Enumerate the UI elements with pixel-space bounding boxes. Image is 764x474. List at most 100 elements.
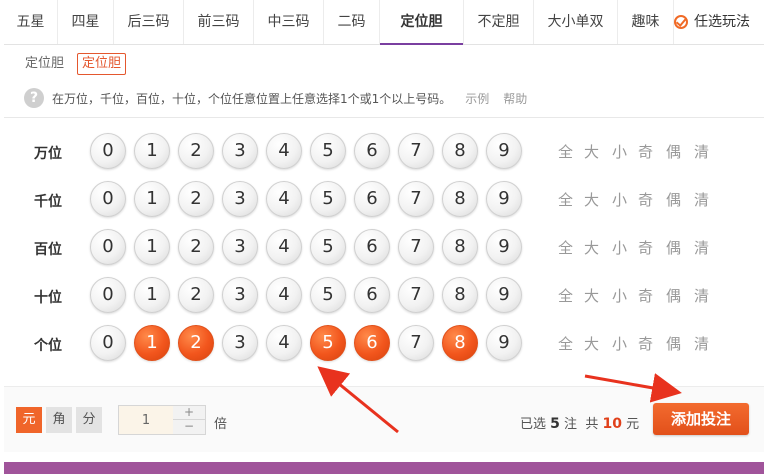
quick-select-button[interactable]: 清 [694, 285, 709, 306]
number-ball[interactable]: 5 [310, 181, 346, 217]
number-ball[interactable]: 8 [442, 325, 478, 361]
tab-6[interactable]: 定位胆 [380, 0, 464, 45]
quick-select-button[interactable]: 小 [612, 285, 627, 306]
number-ball[interactable]: 9 [486, 277, 522, 313]
multiplier-minus-button[interactable]: − [173, 420, 205, 434]
quick-select-button[interactable]: 偶 [666, 333, 681, 354]
number-ball[interactable]: 0 [90, 133, 126, 169]
quick-select-button[interactable]: 奇 [638, 333, 653, 354]
number-ball[interactable]: 5 [310, 133, 346, 169]
optional-play-button[interactable]: 任选玩法 [674, 0, 750, 44]
number-ball[interactable]: 2 [178, 229, 214, 265]
quick-select-button[interactable]: 偶 [666, 237, 681, 258]
quick-select-button[interactable]: 奇 [638, 141, 653, 162]
number-ball[interactable]: 8 [442, 181, 478, 217]
number-ball[interactable]: 1 [134, 277, 170, 313]
quick-select-button[interactable]: 清 [694, 237, 709, 258]
quick-select-button[interactable]: 全 [558, 141, 573, 162]
number-ball[interactable]: 5 [310, 229, 346, 265]
quick-select-button[interactable]: 全 [558, 333, 573, 354]
number-ball[interactable]: 7 [398, 229, 434, 265]
number-ball[interactable]: 0 [90, 229, 126, 265]
number-ball[interactable]: 1 [134, 325, 170, 361]
quick-select-button[interactable]: 小 [612, 237, 627, 258]
number-ball[interactable]: 7 [398, 277, 434, 313]
subtab-dingweidan[interactable]: 定位胆 [20, 53, 69, 75]
number-ball[interactable]: 6 [354, 181, 390, 217]
tab-8[interactable]: 大小单双 [534, 0, 618, 44]
tab-9[interactable]: 趣味 [618, 0, 674, 44]
quick-select-button[interactable]: 清 [694, 141, 709, 162]
number-ball[interactable]: 0 [90, 325, 126, 361]
number-ball[interactable]: 4 [266, 229, 302, 265]
tab-4[interactable]: 中三码 [254, 0, 324, 44]
number-ball[interactable]: 2 [178, 133, 214, 169]
number-ball[interactable]: 3 [222, 229, 258, 265]
number-ball[interactable]: 8 [442, 277, 478, 313]
tab-7[interactable]: 不定胆 [464, 0, 534, 44]
number-ball[interactable]: 1 [134, 133, 170, 169]
example-link[interactable]: 示例 [465, 90, 489, 107]
number-ball[interactable]: 8 [442, 133, 478, 169]
number-ball[interactable]: 3 [222, 277, 258, 313]
multiplier-plus-button[interactable]: + [173, 406, 205, 420]
help-link[interactable]: 帮助 [503, 90, 527, 107]
number-ball[interactable]: 0 [90, 277, 126, 313]
subtab-dingweidan-active[interactable]: 定位胆 [77, 53, 127, 75]
unit-jiao-button[interactable]: 角 [46, 407, 72, 433]
number-ball[interactable]: 3 [222, 181, 258, 217]
quick-select-button[interactable]: 大 [584, 333, 599, 354]
quick-select-button[interactable]: 小 [612, 189, 627, 210]
quick-select-button[interactable]: 清 [694, 333, 709, 354]
quick-select-button[interactable]: 全 [558, 237, 573, 258]
add-bet-button[interactable]: 添加投注 [653, 403, 749, 435]
number-ball[interactable]: 9 [486, 133, 522, 169]
multiplier-input[interactable] [119, 406, 173, 434]
number-ball[interactable]: 7 [398, 181, 434, 217]
tab-3[interactable]: 前三码 [184, 0, 254, 44]
number-ball[interactable]: 6 [354, 277, 390, 313]
quick-select-button[interactable]: 小 [612, 333, 627, 354]
quick-select-button[interactable]: 大 [584, 237, 599, 258]
number-ball[interactable]: 4 [266, 133, 302, 169]
number-ball[interactable]: 2 [178, 277, 214, 313]
quick-select-button[interactable]: 大 [584, 189, 599, 210]
number-ball[interactable]: 1 [134, 181, 170, 217]
quick-select-button[interactable]: 奇 [638, 285, 653, 306]
number-ball[interactable]: 0 [90, 181, 126, 217]
quick-select-button[interactable]: 小 [612, 141, 627, 162]
tab-5[interactable]: 二码 [324, 0, 380, 44]
quick-select-button[interactable]: 奇 [638, 237, 653, 258]
quick-select-button[interactable]: 偶 [666, 285, 681, 306]
number-ball[interactable]: 5 [310, 325, 346, 361]
number-ball[interactable]: 4 [266, 181, 302, 217]
quick-select-button[interactable]: 大 [584, 285, 599, 306]
number-ball[interactable]: 3 [222, 325, 258, 361]
number-ball[interactable]: 9 [486, 229, 522, 265]
number-ball[interactable]: 9 [486, 325, 522, 361]
tab-1[interactable]: 四星 [58, 0, 114, 44]
number-ball[interactable]: 7 [398, 325, 434, 361]
quick-select-button[interactable]: 全 [558, 285, 573, 306]
number-ball[interactable]: 6 [354, 325, 390, 361]
number-ball[interactable]: 2 [178, 181, 214, 217]
number-ball[interactable]: 6 [354, 229, 390, 265]
quick-select-button[interactable]: 大 [584, 141, 599, 162]
unit-fen-button[interactable]: 分 [76, 407, 102, 433]
number-ball[interactable]: 5 [310, 277, 346, 313]
number-ball[interactable]: 3 [222, 133, 258, 169]
number-ball[interactable]: 2 [178, 325, 214, 361]
number-ball[interactable]: 7 [398, 133, 434, 169]
number-ball[interactable]: 8 [442, 229, 478, 265]
number-ball[interactable]: 1 [134, 229, 170, 265]
quick-select-button[interactable]: 偶 [666, 189, 681, 210]
number-ball[interactable]: 9 [486, 181, 522, 217]
number-ball[interactable]: 6 [354, 133, 390, 169]
number-ball[interactable]: 4 [266, 325, 302, 361]
unit-yuan-button[interactable]: 元 [16, 407, 42, 433]
tab-2[interactable]: 后三码 [114, 0, 184, 44]
tab-0[interactable]: 五星 [4, 0, 58, 44]
quick-select-button[interactable]: 清 [694, 189, 709, 210]
number-ball[interactable]: 4 [266, 277, 302, 313]
quick-select-button[interactable]: 全 [558, 189, 573, 210]
